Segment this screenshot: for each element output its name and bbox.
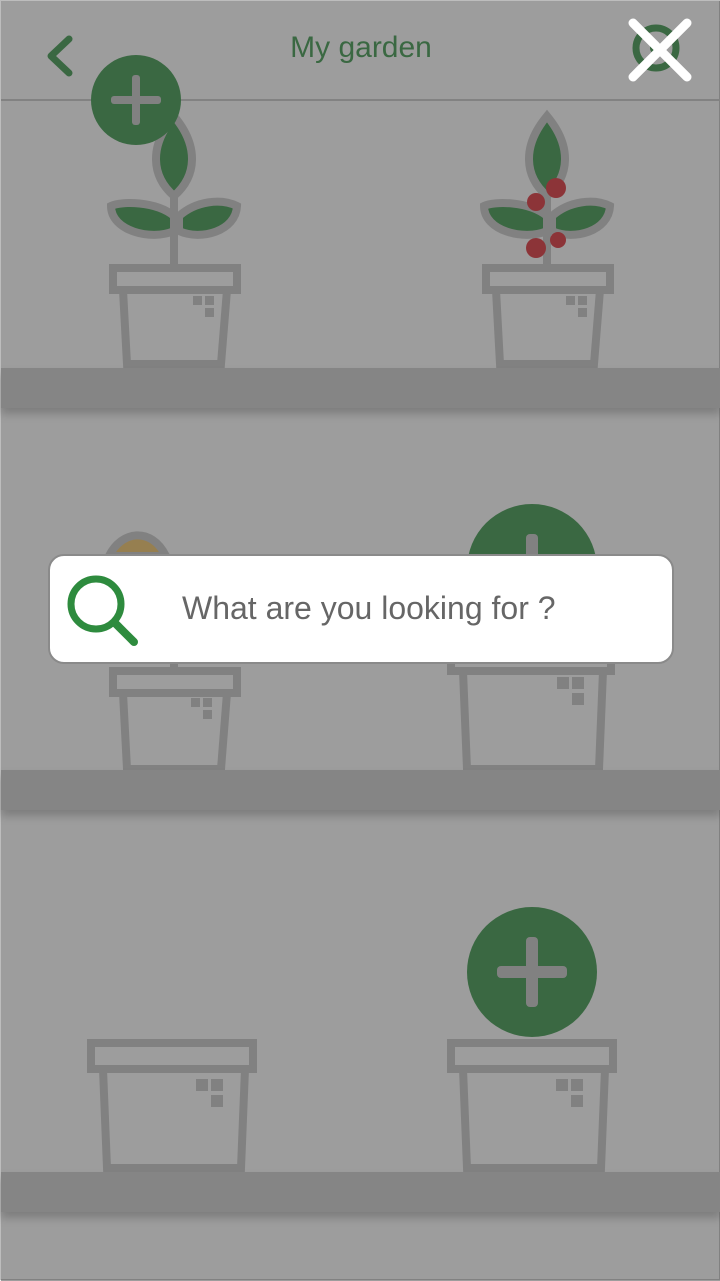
garden-screen: My garden <box>0 0 720 1281</box>
search-placeholder: What are you looking for ? <box>182 590 556 626</box>
close-icon[interactable] <box>623 13 697 87</box>
search-icon <box>67 575 138 646</box>
search-field[interactable]: What are you looking for ? <box>48 554 674 664</box>
